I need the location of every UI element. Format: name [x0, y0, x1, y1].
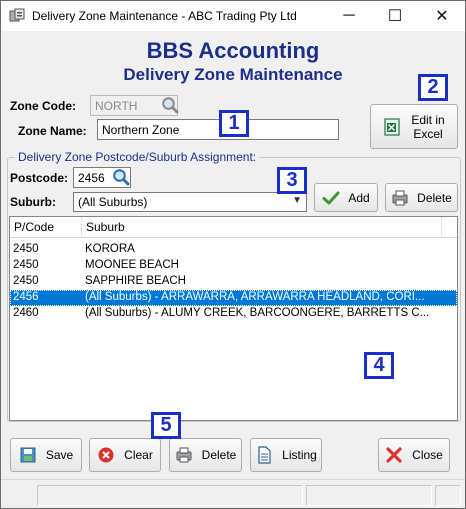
app-icon [9, 8, 25, 22]
suburb-dropdown[interactable]: (All Suburbs) ▼ [73, 192, 307, 212]
clear-button[interactable]: Clear [89, 438, 161, 472]
close-button[interactable]: Close [378, 438, 450, 472]
clear-label: Clear [124, 448, 153, 462]
delete-label: Delete [201, 448, 237, 462]
zone-name-label: Zone Name: [18, 124, 87, 138]
suburb-cell: SAPPHIRE BEACH [85, 275, 186, 287]
pcode-cell: 2450 [13, 243, 39, 255]
clear-icon [98, 447, 114, 463]
printer-delete-icon [392, 190, 408, 205]
window-title: Delivery Zone Maintenance - ABC Trading … [32, 9, 297, 23]
app-window: Delivery Zone Maintenance - ABC Trading … [0, 0, 466, 509]
printer-delete-icon [176, 447, 192, 463]
save-icon [20, 447, 36, 463]
callout-2: 2 [418, 74, 448, 101]
close-x-icon [386, 447, 402, 463]
title-bar[interactable]: Delivery Zone Maintenance - ABC Trading … [1, 1, 465, 31]
callout-4: 4 [364, 352, 394, 379]
save-button[interactable]: Save [10, 438, 82, 472]
table-row[interactable]: 2450 KORORA [10, 242, 457, 258]
app-heading: BBS Accounting [146, 38, 320, 63]
add-button[interactable]: Add [314, 183, 378, 212]
table-row[interactable]: 2450 SAPPHIRE BEACH [10, 274, 457, 290]
suburb-selected-value: (All Suburbs) [78, 195, 148, 209]
listing-label: Listing [282, 448, 317, 462]
suburb-cell: MOONEE BEACH [85, 259, 179, 271]
assignment-list[interactable]: P/Code Suburb 2450 KORORA 2450 MOONEE BEACH… [9, 216, 458, 421]
suburb-label: Suburb: [10, 195, 56, 209]
edit-in-excel-button[interactable]: Edit in Excel [370, 104, 458, 149]
add-button-label: Add [348, 190, 370, 205]
excel-icon [384, 117, 400, 136]
callout-5: 5 [151, 412, 181, 439]
delete-button[interactable]: Delete [169, 438, 242, 472]
table-row[interactable]: 2450 MOONEE BEACH [10, 258, 457, 274]
postcode-label: Postcode: [10, 171, 69, 185]
listing-button[interactable]: Listing [250, 438, 322, 472]
list-header: P/Code Suburb [10, 217, 457, 238]
suburb-cell: (All Suburbs) - ALUMY CREEK, BARCOONGERE… [85, 307, 430, 319]
minimize-button[interactable]: ─ [326, 1, 372, 31]
close-window-button[interactable]: ✕ [419, 1, 465, 31]
table-row[interactable]: 2456 (All Suburbs) - ARRAWARRA, ARRAWARRA… [10, 290, 457, 306]
edit-in-excel-label-line2: Excel [413, 126, 443, 141]
callout-1: 1 [219, 110, 249, 137]
delete-assignment-label: Delete [417, 190, 452, 205]
zone-code-lookup-icon[interactable] [161, 96, 179, 114]
column-header-suburb[interactable]: Suburb [82, 217, 442, 238]
zone-name-field[interactable]: Northern Zone [97, 119, 339, 140]
edit-in-excel-label-line1: Edit in [411, 112, 445, 127]
suburb-cell: KORORA [85, 243, 135, 255]
pcode-cell: 2456 [13, 291, 39, 303]
postcode-lookup-icon[interactable] [112, 168, 130, 186]
column-header-pcode[interactable]: P/Code [10, 217, 82, 238]
checkmark-icon [322, 191, 340, 204]
save-label: Save [45, 448, 74, 462]
pcode-cell: 2450 [13, 275, 39, 287]
table-row[interactable]: 2460 (All Suburbs) - ALUMY CREEK, BARCOON… [10, 306, 457, 322]
close-label: Close [412, 448, 443, 462]
callout-3: 3 [277, 167, 307, 194]
status-bar [1, 479, 465, 508]
status-pane-main [37, 485, 303, 506]
assignment-group-title: Delivery Zone Postcode/Suburb Assignment… [15, 150, 260, 164]
zone-code-label: Zone Code: [10, 99, 76, 113]
suburb-cell: (All Suburbs) - ARRAWARRA, ARRAWARRA HEA… [85, 291, 425, 303]
delete-assignment-button[interactable]: Delete [385, 183, 458, 212]
form-client-area: BBS Accounting Delivery Zone Maintenance… [1, 31, 465, 479]
status-pane-secondary [306, 485, 432, 506]
form-heading: Delivery Zone Maintenance [123, 65, 343, 84]
chevron-down-icon: ▼ [292, 195, 302, 206]
pcode-cell: 2450 [13, 259, 39, 271]
maximize-button[interactable]: ☐ [372, 1, 418, 31]
status-pane-grip [435, 485, 461, 506]
pcode-cell: 2460 [13, 307, 39, 319]
document-icon [258, 446, 271, 464]
